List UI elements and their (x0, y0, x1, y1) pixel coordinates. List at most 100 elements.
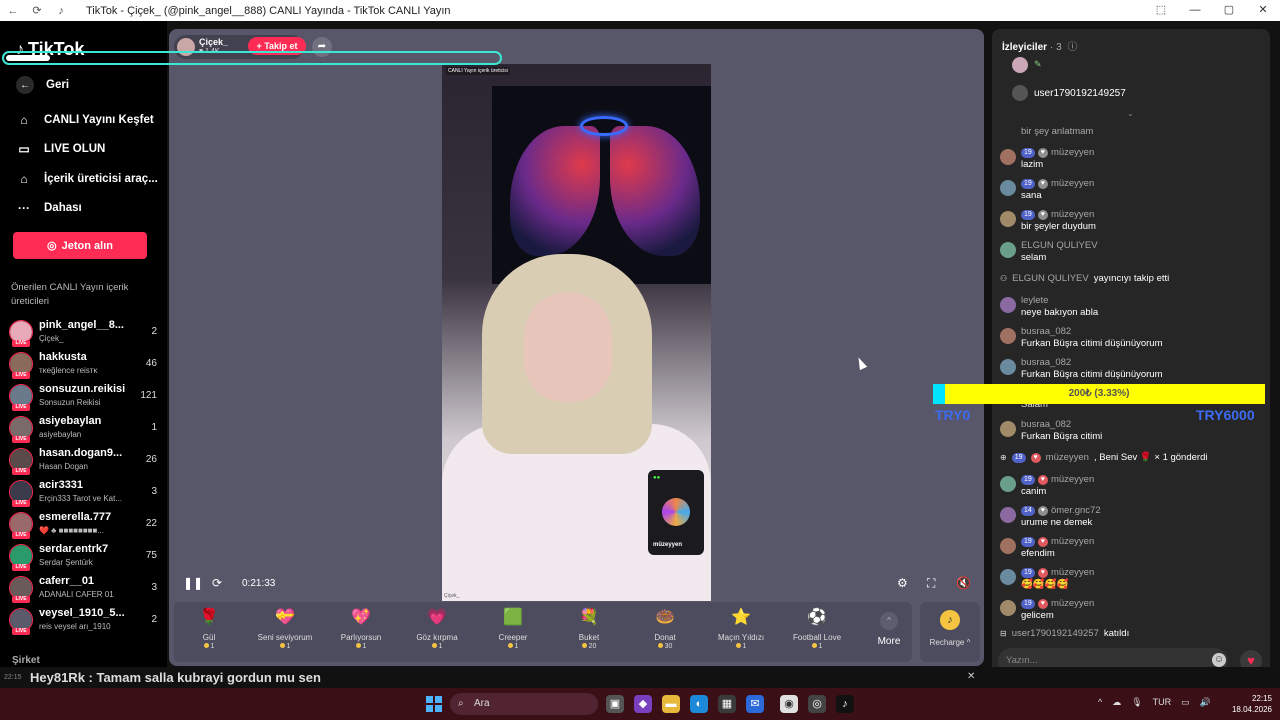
message-user[interactable]: müzeyyen (1051, 598, 1094, 609)
avatar[interactable] (1000, 421, 1016, 437)
gift-item[interactable]: 💐 Buket 20 (554, 606, 624, 650)
message-user[interactable]: busraa_082 (1021, 357, 1071, 368)
chevron-up-icon[interactable]: ^ (1098, 697, 1102, 708)
suggested-creator[interactable]: LIVE caferr__01 ADANALI CAFER 01 3 (9, 574, 159, 604)
suggested-creator[interactable]: LIVE hakkusta ᴛᴋeğlence reisᴛᴋ 46 (9, 350, 159, 380)
message-user[interactable]: busraa_082 (1021, 326, 1071, 337)
avatar[interactable] (1000, 242, 1016, 258)
suggested-creator[interactable]: LIVE hasan.dogan9... Hasan Dogan 26 (9, 446, 159, 476)
volume-icon[interactable]: 🔊 (1200, 697, 1211, 708)
avatar[interactable] (1000, 476, 1016, 492)
message-user[interactable]: ömer.gnc72 (1051, 505, 1101, 516)
avatar[interactable] (1000, 359, 1016, 375)
avatar[interactable] (1000, 569, 1016, 585)
taskbar-clock[interactable]: 22:15 18.04.2026 (1226, 693, 1272, 715)
avatar[interactable] (1000, 180, 1016, 196)
creator-subtitle: Hasan Dogan (39, 462, 88, 471)
message-text: Furkan Büşra citimi düşünüyorum (1021, 338, 1163, 349)
mute-icon[interactable]: 🔇 (956, 576, 971, 590)
network-icon[interactable]: ▭ (1181, 697, 1190, 708)
reload-icon[interactable]: ⟳ (30, 4, 44, 17)
bouquet-gift-icon: 💐 (579, 609, 599, 626)
message-user[interactable]: busraa_082 (1021, 419, 1071, 430)
gift-name: Buket (578, 633, 600, 642)
close-window-button[interactable]: ✕ (1246, 0, 1280, 21)
info-icon[interactable]: ⓘ (1067, 42, 1077, 53)
fullscreen-icon[interactable]: ⛶ (927, 576, 935, 591)
viewer-row[interactable]: user1790192149257 (1012, 85, 1126, 101)
more-gifts-button[interactable]: ^ More (874, 612, 904, 647)
suggested-creator[interactable]: LIVE pink_angel__8... Çiçek_ 2 (9, 318, 159, 348)
chrome-icon[interactable]: ◉ (780, 695, 798, 713)
gift-item[interactable]: ⚽ Football Love 1 (782, 606, 852, 650)
avatar[interactable] (1000, 211, 1016, 227)
back-button[interactable]: ← Geri (16, 76, 69, 94)
gift-item[interactable]: 💗 Göz kırpma 1 (402, 606, 472, 650)
sidebar-item-go-live[interactable]: ▭ LIVE OLUN (16, 141, 105, 157)
message-user[interactable]: müzeyyen (1051, 209, 1094, 220)
mail-icon[interactable]: ✉ (746, 695, 764, 713)
avatar[interactable] (1000, 328, 1016, 344)
fan-badge: ♥ (1037, 178, 1048, 189)
avatar[interactable] (1000, 538, 1016, 554)
company-link[interactable]: Şirket (12, 655, 40, 666)
microphone-icon[interactable]: 🎙 (1131, 697, 1142, 708)
message-user[interactable]: müzeyyen (1051, 567, 1094, 578)
suggested-creator[interactable]: LIVE asiyebaylan asiyebaylan 1 (9, 414, 159, 444)
message-user[interactable]: ELGUN QULIYEV (1021, 240, 1098, 251)
gift-item[interactable]: 🍩 Donat 30 (630, 606, 700, 650)
copilot-icon[interactable]: ◆ (634, 695, 652, 713)
store-icon[interactable]: ▦ (718, 695, 736, 713)
video-footer-name: Çiçek_ (444, 593, 460, 599)
suggested-creator[interactable]: LIVE sonsuzun.reikisi Sonsuzun Reikisi 1… (9, 382, 159, 412)
tiktok-taskbar-icon[interactable]: ♪ (836, 695, 854, 713)
suggested-creator[interactable]: LIVE esmerella.777 ❤️ ♣ ■■■■■■■■... 22 (9, 510, 159, 540)
maximize-button[interactable]: ▢ (1212, 0, 1246, 21)
suggested-creator[interactable]: LIVE veysel_1910_5... reis veysel arı_19… (9, 606, 159, 636)
gift-item[interactable]: 💝 Seni seviyorum 1 (250, 606, 320, 650)
file-explorer-icon[interactable]: ▬ (662, 695, 680, 713)
message-user[interactable]: müzeyyen (1051, 474, 1094, 485)
gift-price: 1 (174, 643, 244, 650)
task-view-icon[interactable]: ▣ (606, 695, 624, 713)
message-user[interactable]: müzeyyen (1051, 178, 1094, 189)
sidebar-item-more[interactable]: ··· Dahası (16, 200, 82, 216)
language-indicator[interactable]: TUR (1153, 697, 1172, 708)
message-user[interactable]: müzeyyen (1051, 536, 1094, 547)
creeper-gift-icon: 🟩 (503, 609, 523, 626)
sidebar-item-explore-live[interactable]: ⌂ CANLI Yayını Keşfet (16, 112, 153, 128)
windows-start-icon[interactable] (426, 696, 442, 712)
suggested-creator[interactable]: LIVE acir3331 Erçin333 Tarot ve Kat... 3 (9, 478, 159, 508)
avatar[interactable] (1000, 149, 1016, 165)
guest-pip[interactable]: ●● müzeyyen (648, 470, 704, 555)
gift-item[interactable]: ⭐ Maçın Yıldızı 1 (706, 606, 776, 650)
settings-icon[interactable]: ⚙ (897, 576, 908, 590)
avatar[interactable] (1000, 297, 1016, 313)
cloud-icon[interactable]: ☁ (1112, 697, 1121, 708)
get-coins-button[interactable]: ◎ Jeton alın (13, 232, 147, 259)
fan-badge: ♥ (1037, 536, 1048, 547)
minimize-button[interactable]: — (1178, 0, 1212, 21)
extensions-icon[interactable]: ⬚ (1144, 0, 1178, 21)
recharge-button[interactable]: ♪ Recharge ^ (920, 602, 980, 662)
avatar[interactable] (1000, 507, 1016, 523)
gift-item[interactable]: 💖 Parlıyorsun 1 (326, 606, 396, 650)
edge-icon[interactable]: ◐ (690, 695, 708, 713)
message-user[interactable]: müzeyyen (1051, 147, 1094, 158)
refresh-icon[interactable]: ⟳ (212, 576, 222, 590)
taskbar-search[interactable]: ⌕ Ara (450, 693, 598, 715)
sidebar-item-creator-tools[interactable]: ⌂ İçerik üreticisi araç... (16, 171, 157, 187)
avatar[interactable] (1000, 600, 1016, 616)
message-user[interactable]: leylete (1021, 295, 1048, 306)
viewer-avatar[interactable] (1012, 57, 1028, 73)
gift-item[interactable]: 🟩 Creeper 1 (478, 606, 548, 650)
gift-item[interactable]: 🌹 Gül 1 (174, 606, 244, 650)
app-icon[interactable]: ◎ (808, 695, 826, 713)
back-arrow-icon[interactable]: ← (6, 5, 20, 17)
emoji-icon[interactable]: ☺ (1212, 653, 1226, 667)
chevron-down-icon[interactable]: ⌄ (1127, 109, 1134, 118)
close-icon[interactable]: ✕ (967, 671, 975, 682)
suggested-creator[interactable]: LIVE serdar.entrk7 Serdar Şentürk 75 (9, 542, 159, 572)
pause-icon[interactable]: ❚❚ (183, 576, 203, 590)
gift-name: Maçın Yıldızı (717, 633, 765, 642)
